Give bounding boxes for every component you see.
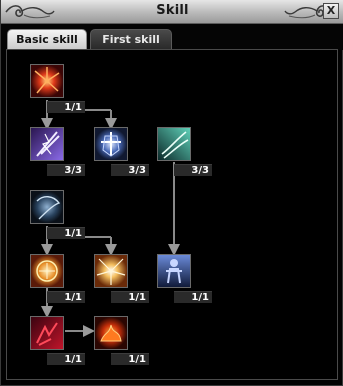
tab-first-skill[interactable]: First skill: [90, 29, 172, 51]
skill-6-level: 1/1: [47, 291, 85, 303]
skill-6-golden-shield-icon[interactable]: [30, 254, 64, 288]
skill-3-armor-blue-icon[interactable]: [94, 127, 128, 161]
skill-5-dark-armor-icon[interactable]: [30, 190, 64, 224]
skill-window: Skill X Basic skill First skill 1/1 3/3 …: [0, 0, 343, 386]
skill-9-red-claw-icon[interactable]: [30, 316, 64, 350]
tab-bar: Basic skill First skill: [1, 24, 343, 51]
skill-tree-panel: 1/1 3/3 3/3 3/3 1/1 1/1 1/1 1/1 1/1 1/1: [6, 49, 338, 380]
skill-2-lightning-sword-icon[interactable]: [30, 127, 64, 161]
skill-10-level: 1/1: [111, 353, 149, 365]
tab-basic-skill[interactable]: Basic skill: [7, 29, 87, 51]
skill-4-wind-slash-icon[interactable]: [157, 127, 191, 161]
skill-7-golden-burst-icon[interactable]: [94, 254, 128, 288]
skill-3-level: 3/3: [111, 164, 149, 176]
close-button[interactable]: X: [323, 3, 339, 19]
skill-10-flame-beast-icon[interactable]: [94, 316, 128, 350]
skill-8-level: 1/1: [174, 291, 212, 303]
skill-8-warrior-figure-icon[interactable]: [157, 254, 191, 288]
skill-1-level: 1/1: [47, 101, 85, 113]
skill-7-level: 1/1: [111, 291, 149, 303]
title-bar[interactable]: Skill X: [1, 0, 343, 24]
skill-4-level: 3/3: [174, 164, 212, 176]
skill-9-level: 1/1: [47, 353, 85, 365]
skill-5-level: 1/1: [47, 227, 85, 239]
skill-1-fire-burst-icon[interactable]: [30, 64, 64, 98]
skill-2-level: 3/3: [47, 164, 85, 176]
